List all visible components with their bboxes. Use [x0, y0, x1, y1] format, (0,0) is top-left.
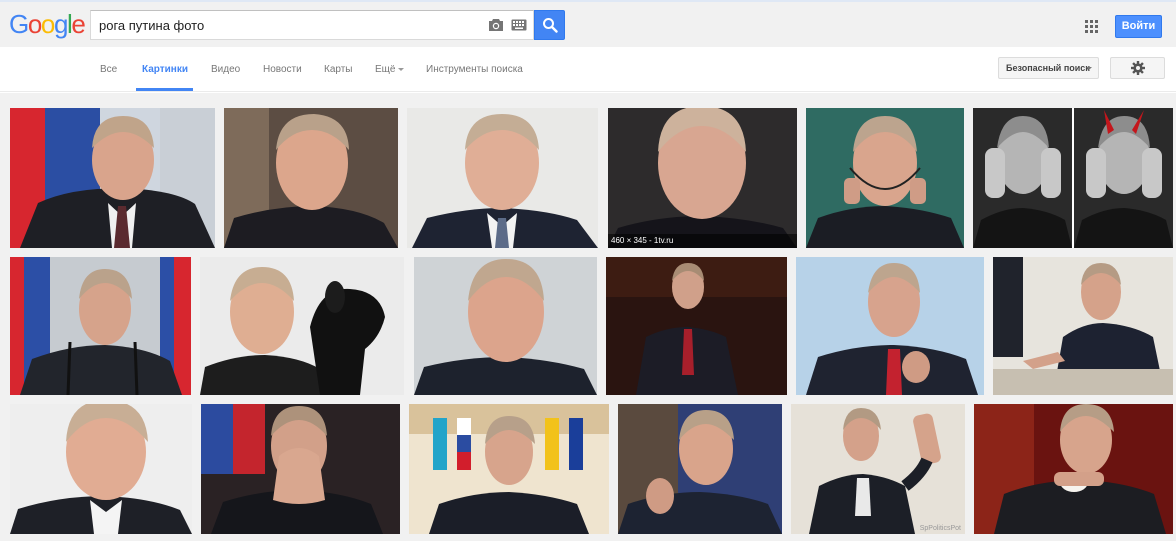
safe-search-label: Безопасный поиск [1006, 63, 1090, 73]
chevron-down-icon [398, 67, 405, 71]
photo-thumbnail [608, 108, 797, 248]
image-result[interactable] [796, 257, 984, 395]
photo-thumbnail [974, 404, 1173, 534]
image-result[interactable] [993, 257, 1173, 395]
tab-all[interactable]: Все [100, 64, 117, 75]
google-logo[interactable]: Google [9, 9, 86, 39]
image-result[interactable] [618, 404, 782, 534]
photo-thumbnail [201, 404, 400, 534]
search-button[interactable] [534, 10, 565, 40]
tab-video[interactable]: Видео [211, 64, 240, 75]
image-results-grid: 460 × 345 - 1tv.ru SpPoliticsPot [0, 93, 1176, 541]
tab-images[interactable]: Картинки [142, 64, 188, 75]
photo-thumbnail [10, 257, 191, 395]
photo-thumbnail [791, 404, 965, 534]
photo-thumbnail [10, 108, 215, 248]
photo-thumbnail [618, 404, 782, 534]
logo-letter: e [71, 9, 85, 39]
image-watermark: SpPoliticsPot [919, 525, 961, 532]
photo-thumbnail [606, 257, 787, 395]
settings-button[interactable] [1110, 57, 1165, 79]
photo-thumbnail [407, 108, 598, 248]
image-result[interactable] [606, 257, 787, 395]
gear-icon [1131, 61, 1145, 75]
logo-letter: g [53, 9, 68, 39]
search-tabs-bar: Все Картинки Видео Новости Карты Ещё Инс… [0, 47, 1176, 92]
photo-thumbnail [409, 404, 609, 534]
image-result[interactable] [806, 108, 964, 248]
tab-maps[interactable]: Карты [324, 64, 353, 75]
active-tab-indicator [136, 88, 193, 91]
search-icon [543, 18, 558, 33]
image-result[interactable]: 460 × 345 - 1tv.ru [608, 108, 797, 248]
tab-more[interactable]: Ещё [375, 64, 405, 75]
image-result[interactable] [10, 404, 192, 534]
search-box [90, 10, 534, 40]
image-result[interactable] [224, 108, 398, 248]
photo-thumbnail [224, 108, 398, 248]
logo-letter: o [27, 9, 42, 39]
search-tools-button[interactable]: Инструменты поиска [426, 64, 523, 75]
logo-letter: o [40, 9, 55, 39]
tab-more-label: Ещё [375, 64, 396, 75]
logo-letter: G [9, 9, 29, 39]
photo-thumbnail [993, 257, 1173, 395]
photo-thumbnail [200, 257, 404, 395]
image-result[interactable] [10, 257, 191, 395]
image-result[interactable] [973, 108, 1173, 248]
image-hover-caption: 460 × 345 - 1tv.ru [608, 234, 797, 248]
camera-icon[interactable] [488, 18, 504, 32]
photo-thumbnail [973, 108, 1173, 248]
search-input[interactable] [99, 11, 479, 39]
image-result[interactable] [974, 404, 1173, 534]
image-result[interactable] [407, 108, 598, 248]
keyboard-icon[interactable] [511, 19, 527, 31]
image-result[interactable] [10, 108, 215, 248]
photo-thumbnail [414, 257, 597, 395]
header: Google Войти [0, 2, 1176, 47]
photo-thumbnail [806, 108, 964, 248]
photo-thumbnail [796, 257, 984, 395]
image-result[interactable]: SpPoliticsPot [791, 404, 965, 534]
photo-thumbnail [10, 404, 192, 534]
image-result[interactable] [200, 257, 404, 395]
safe-search-button[interactable]: Безопасный поиск [998, 57, 1099, 79]
login-button[interactable]: Войти [1115, 15, 1162, 38]
image-result[interactable] [201, 404, 400, 534]
chevron-down-icon [1086, 67, 1092, 70]
apps-grid-icon[interactable] [1085, 20, 1098, 33]
image-result[interactable] [409, 404, 609, 534]
tab-news[interactable]: Новости [263, 64, 302, 75]
image-result[interactable] [414, 257, 597, 395]
